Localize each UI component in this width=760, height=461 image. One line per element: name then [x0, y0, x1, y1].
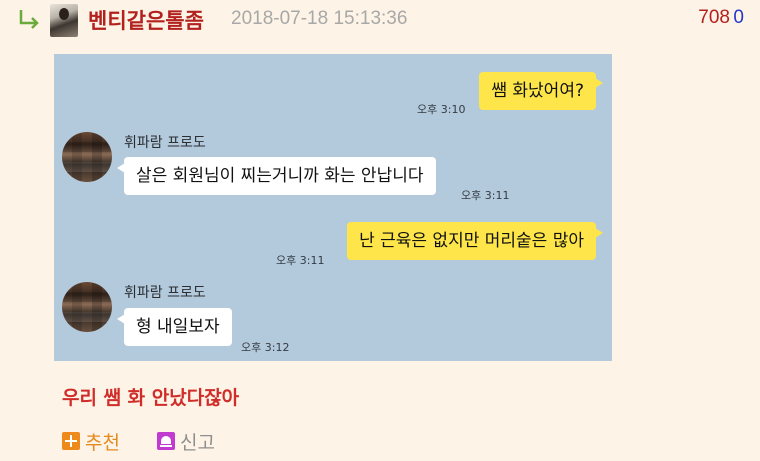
siren-icon [157, 432, 175, 450]
chat-bubble-theirs: 형 내일보자 [117, 308, 232, 346]
chat-screenshot: 쌤 화났어여? 오후 3:10 휘파람 프로도 살은 회원님이 찌는거니까 화는… [54, 54, 612, 361]
recommend-label: 추천 [85, 431, 120, 454]
post-header: 벤티같은톨좀 2018-07-18 15:13:36 708 0 [0, 0, 760, 40]
upvote-count: 708 [698, 7, 730, 28]
message-time: 오후 3:11 [276, 254, 325, 267]
report-label: 신고 [180, 431, 215, 454]
chat-bubble-mine: 난 근육은 없지만 머리숱은 많아 [347, 222, 603, 260]
chat-bubble-mine: 쌤 화났어여? [479, 72, 603, 110]
reply-arrow-icon [19, 10, 39, 29]
sender-name: 휘파람 프로도 [124, 285, 206, 301]
message-time: 오후 3:10 [417, 103, 466, 116]
post-timestamp: 2018-07-18 15:13:36 [231, 8, 408, 29]
downvote-count: 0 [733, 7, 744, 28]
author-avatar[interactable] [50, 4, 78, 37]
plus-icon [62, 432, 80, 450]
chat-bubble-theirs: 살은 회원님이 찌는거니까 화는 안납니다 [117, 157, 436, 195]
message-time: 오후 3:12 [241, 341, 290, 354]
sender-avatar [62, 132, 112, 182]
report-button[interactable]: 신고 [157, 429, 215, 454]
post-caption: 우리 쌤 화 안났다잖아 [62, 387, 240, 409]
message-time: 오후 3:11 [461, 189, 510, 202]
recommend-button[interactable]: 추천 [62, 429, 120, 454]
sender-name: 휘파람 프로도 [124, 135, 206, 151]
sender-avatar [62, 282, 112, 332]
author-username[interactable]: 벤티같은톨좀 [88, 5, 204, 35]
